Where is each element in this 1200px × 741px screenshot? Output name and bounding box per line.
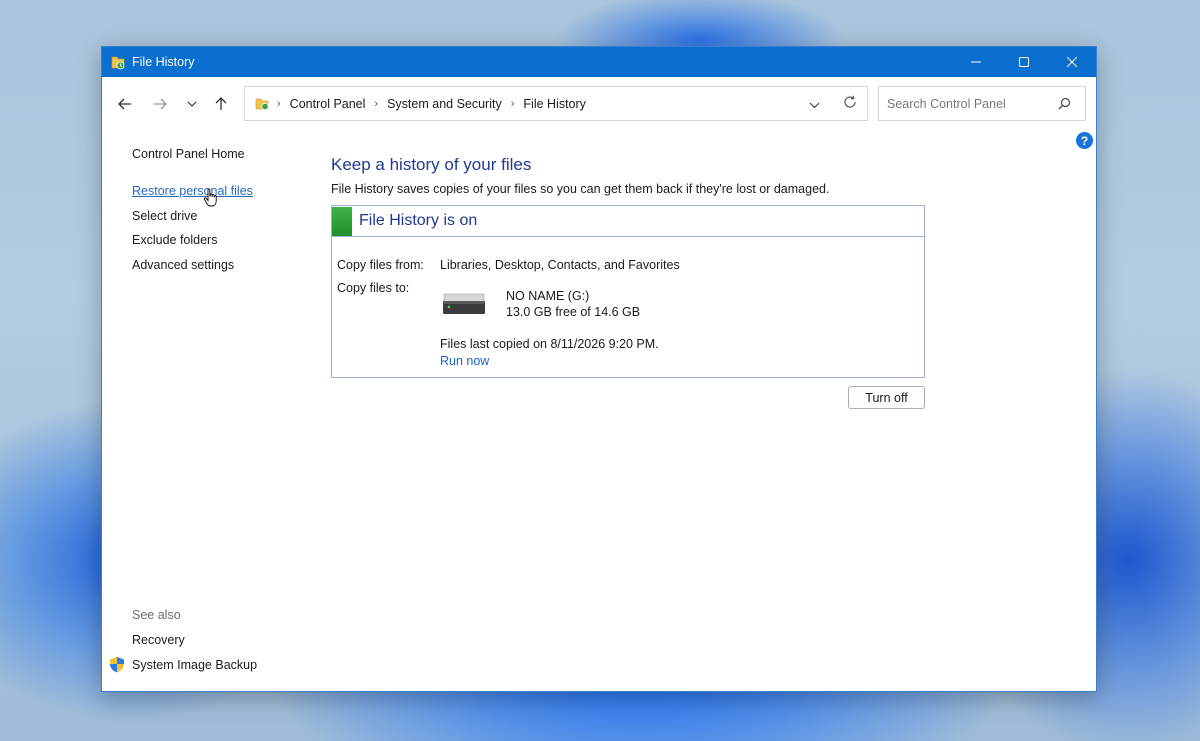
back-arrow-icon	[118, 98, 131, 110]
page-description: File History saves copies of your files …	[331, 182, 830, 196]
minimize-icon	[971, 61, 981, 63]
status-header: File History is on	[332, 206, 924, 237]
hand-cursor-icon	[203, 188, 219, 211]
minimize-button[interactable]	[952, 47, 1000, 77]
breadcrumb-file-history[interactable]: File History	[523, 97, 586, 111]
sidebar-item-control-panel-home[interactable]: Control Panel Home	[132, 147, 245, 161]
last-copied-text: Files last copied on 8/11/2026 9:20 PM.	[440, 337, 659, 351]
copy-to-label: Copy files to:	[337, 281, 410, 295]
breadcrumb-system-and-security[interactable]: System and Security	[387, 97, 502, 111]
search-input[interactable]: Search Control Panel	[878, 86, 1086, 121]
chevron-down-icon	[187, 101, 197, 107]
refresh-icon	[844, 95, 856, 108]
refresh-button[interactable]	[843, 95, 857, 112]
search-icon	[1058, 97, 1071, 113]
drive-icon	[442, 292, 486, 319]
maximize-icon	[1019, 57, 1029, 67]
page-title: Keep a history of your files	[331, 155, 532, 174]
status-title: File History is on	[359, 212, 478, 229]
title-bar: File History	[102, 47, 1096, 77]
breadcrumb-separator: ›	[510, 97, 515, 110]
up-button[interactable]	[211, 94, 231, 114]
back-button[interactable]	[115, 94, 135, 114]
address-bar[interactable]: › Control Panel › System and Security › …	[244, 86, 868, 121]
file-history-icon	[111, 55, 125, 70]
breadcrumb-separator: ›	[277, 97, 281, 110]
help-button[interactable]: ?	[1076, 132, 1093, 149]
forward-arrow-icon	[154, 98, 167, 110]
address-dropdown-button[interactable]	[809, 98, 820, 112]
drive-name: NO NAME (G:)	[506, 289, 590, 303]
search-placeholder: Search Control Panel	[887, 96, 1006, 111]
forward-button[interactable]	[150, 94, 170, 114]
maximize-button[interactable]	[1000, 47, 1048, 77]
file-history-window: File History › Control Panel › System an…	[101, 46, 1097, 692]
copy-from-value: Libraries, Desktop, Contacts, and Favori…	[440, 258, 680, 272]
see-also-recovery[interactable]: Recovery	[132, 633, 185, 647]
close-button[interactable]	[1048, 47, 1096, 77]
window-title: File History	[132, 55, 195, 69]
see-also-system-image-backup[interactable]: System Image Backup	[132, 658, 257, 672]
chevron-down-icon	[809, 102, 820, 109]
up-arrow-icon	[215, 97, 227, 110]
control-panel-icon	[255, 97, 270, 111]
breadcrumb-separator: ›	[374, 97, 379, 110]
status-indicator	[332, 206, 352, 236]
breadcrumb-control-panel[interactable]: Control Panel	[290, 97, 366, 111]
sidebar-item-exclude-folders[interactable]: Exclude folders	[132, 233, 217, 247]
copy-from-label: Copy files from:	[337, 258, 424, 272]
sidebar-item-restore-personal-files[interactable]: Restore personal files	[132, 184, 253, 198]
close-icon	[1067, 57, 1077, 67]
file-history-status-panel: File History is on Copy files from: Libr…	[331, 205, 925, 378]
turn-off-button[interactable]: Turn off	[848, 386, 925, 409]
run-now-link[interactable]: Run now	[440, 354, 489, 368]
sidebar-item-advanced-settings[interactable]: Advanced settings	[132, 258, 234, 272]
sidebar-item-select-drive[interactable]: Select drive	[132, 209, 197, 223]
recent-locations-button[interactable]	[182, 94, 202, 114]
drive-space: 13.0 GB free of 14.6 GB	[506, 305, 641, 319]
uac-shield-icon	[109, 656, 125, 676]
see-also-heading: See also	[132, 608, 181, 622]
navigation-bar: › Control Panel › System and Security › …	[102, 77, 1096, 129]
